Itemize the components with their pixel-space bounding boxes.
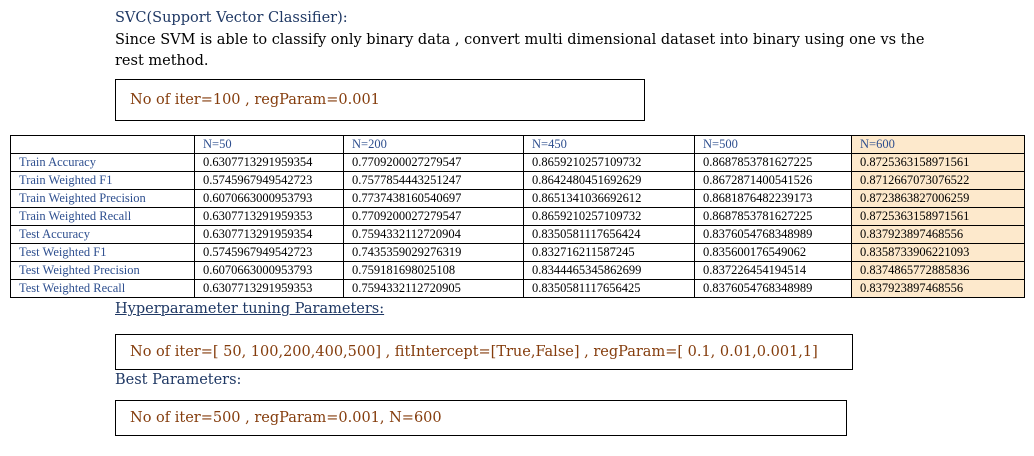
header-cell-n200: N=200: [343, 135, 524, 154]
table-cell: 0.7709200027279547: [343, 153, 524, 172]
table-cell: 0.6070663000953793: [194, 261, 344, 280]
table-cell: 0.8374865772885836: [851, 261, 1025, 280]
table-cell: 0.8681876482239173: [694, 189, 852, 208]
row-label: Train Weighted F1: [10, 171, 195, 190]
best-parameters-heading: Best Parameters:: [115, 372, 242, 388]
table-row: Test Weighted Recall 0.6307713291959353 0.…: [10, 279, 1025, 298]
table-cell: 0.759181698025108: [343, 261, 524, 280]
table-cell: 0.7709200027279547: [343, 207, 524, 226]
table-cell: 0.8659210257109732: [523, 153, 695, 172]
table-cell: 0.5745967949542723: [194, 171, 344, 190]
table-row: Test Weighted F1 0.5745967949542723 0.7435…: [10, 243, 1025, 262]
table-row: Train Weighted Precision 0.60706630009537…: [10, 189, 1025, 208]
row-label: Train Weighted Precision: [10, 189, 195, 208]
row-label: Test Weighted Precision: [10, 261, 195, 280]
row-label: Train Weighted Recall: [10, 207, 195, 226]
table-cell: 0.8725363158971561: [851, 207, 1025, 226]
table-row: Test Accuracy 0.6307713291959354 0.7594332…: [10, 225, 1025, 244]
table-cell: 0.8687853781627225: [694, 207, 852, 226]
best-parameters-text: No of iter=500 , regParam=0.001, N=600: [130, 410, 442, 426]
table-cell: 0.8712667073076522: [851, 171, 1025, 190]
hyperparameter-box: No of iter=[ 50, 100,200,400,500] , fitI…: [115, 334, 853, 370]
best-parameters-box: No of iter=500 , regParam=0.001, N=600: [115, 400, 847, 436]
header-cell-n450: N=450: [523, 135, 695, 154]
table-cell: 0.8358733906221093: [851, 243, 1025, 262]
table-cell: 0.7594332112720904: [343, 225, 524, 244]
table-cell: 0.6307713291959354: [194, 153, 344, 172]
table-row: Train Weighted F1 0.5745967949542723 0.757…: [10, 171, 1025, 190]
table-cell: 0.8659210257109732: [523, 207, 695, 226]
table-row: Train Accuracy 0.6307713291959354 0.770920…: [10, 153, 1025, 172]
table-cell: 0.8376054768348989: [694, 279, 852, 298]
table-cell: 0.7577854443251247: [343, 171, 524, 190]
config-text: No of iter=100 , regParam=0.001: [130, 92, 380, 108]
table-cell: 0.6307713291959353: [194, 207, 344, 226]
header-cell-n600: N=600: [851, 135, 1025, 154]
table-cell: 0.8350581117656425: [523, 279, 695, 298]
table-row: Test Weighted Precision 0.607066300095379…: [10, 261, 1025, 280]
table-cell: 0.6307713291959354: [194, 225, 344, 244]
table-cell: 0.8642480451692629: [523, 171, 695, 190]
hyperparameter-text: No of iter=[ 50, 100,200,400,500] , fitI…: [130, 344, 818, 360]
table-cell: 0.8672871400541526: [694, 171, 852, 190]
table-cell: 0.8376054768348989: [694, 225, 852, 244]
table-cell: 0.6070663000953793: [194, 189, 344, 208]
table-cell: 0.8725363158971561: [851, 153, 1025, 172]
table-body: Train Accuracy 0.6307713291959354 0.770920…: [10, 153, 1025, 298]
table-cell: 0.8350581117656424: [523, 225, 695, 244]
table-row: Train Weighted Recall 0.6307713291959353 0…: [10, 207, 1025, 226]
table-cell: 0.7737438160540697: [343, 189, 524, 208]
table-header-row: N=50 N=200 N=450 N=500 N=600: [10, 135, 1025, 154]
header-cell-n500: N=500: [694, 135, 852, 154]
table-cell: 0.837226454194514: [694, 261, 852, 280]
row-label: Test Weighted F1: [10, 243, 195, 262]
description-text: Since SVM is able to classify only binar…: [115, 32, 925, 69]
results-table: N=50 N=200 N=450 N=500 N=600 Train Accur…: [10, 135, 1025, 298]
table-cell: 0.832716211587245: [523, 243, 695, 262]
table-cell: 0.8687853781627225: [694, 153, 852, 172]
config-box: No of iter=100 , regParam=0.001: [115, 79, 645, 121]
table-cell: 0.5745967949542723: [194, 243, 344, 262]
row-label: Test Weighted Recall: [10, 279, 195, 298]
row-label: Train Accuracy: [10, 153, 195, 172]
header-cell-empty: [10, 135, 195, 154]
table-cell: 0.8723863827006259: [851, 189, 1025, 208]
table-cell: 0.6307713291959353: [194, 279, 344, 298]
section-heading: SVC(Support Vector Classifier):: [115, 10, 348, 26]
table-cell: 0.7435359029276319: [343, 243, 524, 262]
table-cell: 0.8651341036692612: [523, 189, 695, 208]
row-label: Test Accuracy: [10, 225, 195, 244]
table-cell: 0.7594332112720905: [343, 279, 524, 298]
table-cell: 0.8344465345862699: [523, 261, 695, 280]
table-cell: 0.835600176549062: [694, 243, 852, 262]
table-cell: 0.837923897468556: [851, 225, 1025, 244]
hyperparameter-heading: Hyperparameter tuning Parameters:: [115, 301, 385, 317]
table-cell: 0.837923897468556: [851, 279, 1025, 298]
header-cell-n50: N=50: [194, 135, 344, 154]
